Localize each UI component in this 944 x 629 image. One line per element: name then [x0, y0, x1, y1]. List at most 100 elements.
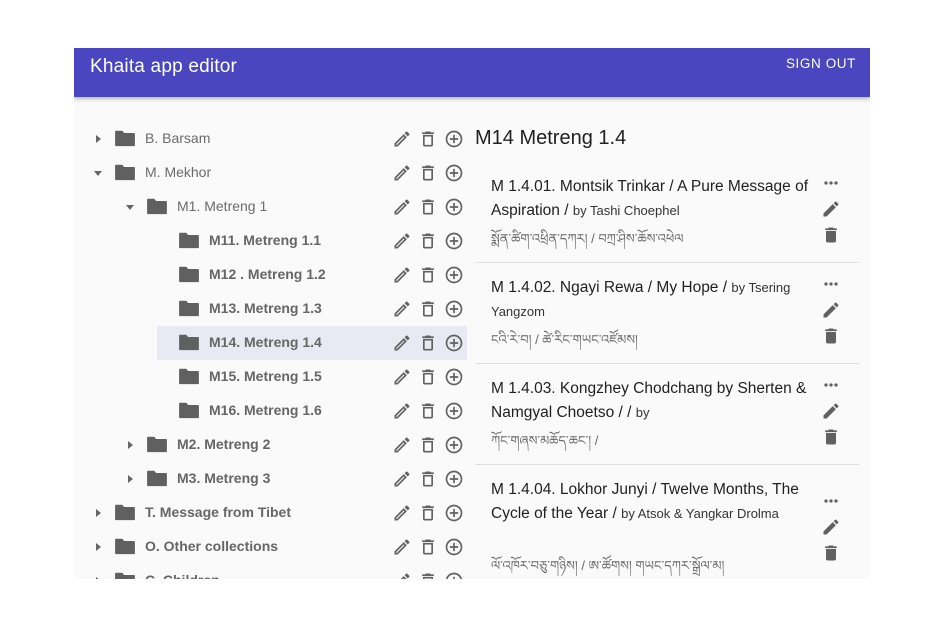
song-card[interactable]: M 1.4.03. Kongzhey Chodchang by Sherten … — [475, 364, 859, 465]
add-circle-icon[interactable] — [443, 331, 465, 355]
add-circle-icon[interactable] — [443, 467, 465, 491]
delete-icon[interactable] — [417, 433, 439, 457]
edit-icon[interactable] — [391, 501, 413, 525]
more-horiz-icon[interactable] — [820, 490, 842, 512]
delete-icon[interactable] — [417, 297, 439, 321]
delete-icon[interactable] — [417, 161, 439, 185]
add-circle-icon[interactable] — [443, 399, 465, 423]
song-author: by Atsok & Yangkar Drolma — [621, 506, 779, 521]
delete-icon[interactable] — [417, 127, 439, 151]
page-title: M14 Metreng 1.4 — [475, 127, 627, 149]
folder-icon — [146, 435, 168, 453]
tree-item[interactable]: M16. Metreng 1.6 — [74, 394, 467, 428]
add-circle-icon[interactable] — [443, 127, 465, 151]
add-circle-icon[interactable] — [443, 161, 465, 185]
expand-more-icon[interactable] — [91, 122, 105, 156]
edit-icon[interactable] — [820, 299, 842, 321]
delete-icon[interactable] — [417, 263, 439, 287]
add-circle-icon[interactable] — [443, 535, 465, 559]
delete-icon[interactable] — [417, 195, 439, 219]
tree-item[interactable]: B. Barsam — [74, 122, 467, 156]
add-circle-icon[interactable] — [443, 569, 465, 579]
edit-icon[interactable] — [391, 535, 413, 559]
more-horiz-icon[interactable] — [820, 172, 842, 194]
tree-item[interactable]: M3. Metreng 3 — [74, 462, 467, 496]
edit-icon[interactable] — [391, 399, 413, 423]
tree-item[interactable]: M14. Metreng 1.4 — [74, 326, 467, 360]
expand-more-icon[interactable] — [91, 496, 105, 530]
tree-item-label: M1. Metreng 1 — [177, 198, 268, 214]
tree-item[interactable]: M12 . Metreng 1.2 — [74, 258, 467, 292]
sign-out-button[interactable]: SIGN OUT — [786, 56, 856, 71]
tree-item[interactable]: T. Message from Tibet — [74, 496, 467, 530]
delete-icon[interactable] — [417, 331, 439, 355]
edit-icon[interactable] — [391, 127, 413, 151]
tree-item-label: M3. Metreng 3 — [177, 470, 271, 486]
more-horiz-icon[interactable] — [820, 374, 842, 396]
delete-icon[interactable] — [820, 325, 842, 347]
tree-item[interactable]: M15. Metreng 1.5 — [74, 360, 467, 394]
expand-more-icon[interactable] — [123, 462, 137, 496]
expand-less-icon[interactable] — [91, 156, 105, 190]
add-circle-icon[interactable] — [443, 263, 465, 287]
folder-icon — [114, 129, 136, 147]
delete-icon[interactable] — [820, 426, 842, 448]
edit-icon[interactable] — [391, 297, 413, 321]
delete-icon[interactable] — [820, 224, 842, 246]
delete-icon[interactable] — [417, 467, 439, 491]
tree-item[interactable]: M. Mekhor — [74, 156, 467, 190]
tree-item[interactable]: M11. Metreng 1.1 — [74, 224, 467, 258]
delete-icon[interactable] — [417, 399, 439, 423]
song-card[interactable]: M 1.4.04. Lokhor Junyi / Twelve Months, … — [475, 465, 859, 579]
tree-item-label: M11. Metreng 1.1 — [209, 232, 322, 248]
edit-icon[interactable] — [391, 263, 413, 287]
edit-icon[interactable] — [391, 229, 413, 253]
edit-icon[interactable] — [391, 569, 413, 579]
song-card[interactable]: M 1.4.01. Montsik Trinkar / A Pure Messa… — [475, 162, 859, 263]
tree-item[interactable]: M2. Metreng 2 — [74, 428, 467, 462]
tree-item-label: M12 . Metreng 1.2 — [209, 266, 326, 282]
edit-icon[interactable] — [820, 516, 842, 538]
tree-item-label: T. Message from Tibet — [145, 504, 292, 520]
edit-icon[interactable] — [391, 195, 413, 219]
folder-icon — [178, 333, 200, 351]
delete-icon[interactable] — [417, 569, 439, 579]
edit-icon[interactable] — [391, 433, 413, 457]
tree-item-label: M15. Metreng 1.5 — [209, 368, 322, 384]
song-title-text: M 1.4.02. Ngayi Rewa / My Hope / — [491, 279, 732, 296]
delete-icon[interactable] — [820, 542, 842, 564]
add-circle-icon[interactable] — [443, 297, 465, 321]
edit-icon[interactable] — [820, 400, 842, 422]
delete-icon[interactable] — [417, 365, 439, 389]
add-circle-icon[interactable] — [443, 501, 465, 525]
tree-item-label: M. Mekhor — [145, 164, 212, 180]
expand-more-icon[interactable] — [123, 428, 137, 462]
add-circle-icon[interactable] — [443, 229, 465, 253]
expand-more-icon[interactable] — [91, 530, 105, 564]
song-tibetan-title: ལོ་འཁོར་བཅུ་གཉིས། / ཨ་ཚོགས། གཡང་དཀར་སྒྲོ… — [491, 558, 725, 573]
expand-less-icon[interactable] — [123, 190, 137, 224]
edit-icon[interactable] — [820, 198, 842, 220]
song-title: M 1.4.02. Ngayi Rewa / My Hope / by Tser… — [491, 276, 811, 324]
delete-icon[interactable] — [417, 229, 439, 253]
add-circle-icon[interactable] — [443, 195, 465, 219]
folder-icon — [146, 469, 168, 487]
expand-more-icon[interactable] — [91, 564, 105, 579]
song-card[interactable]: M 1.4.02. Ngayi Rewa / My Hope / by Tser… — [475, 263, 859, 364]
edit-icon[interactable] — [391, 161, 413, 185]
edit-icon[interactable] — [391, 467, 413, 491]
tree-item[interactable]: M13. Metreng 1.3 — [74, 292, 467, 326]
tree-item[interactable]: C. Children — [74, 564, 467, 579]
more-horiz-icon[interactable] — [820, 273, 842, 295]
delete-icon[interactable] — [417, 501, 439, 525]
add-circle-icon[interactable] — [443, 433, 465, 457]
add-circle-icon[interactable] — [443, 365, 465, 389]
tree-item[interactable]: O. Other collections — [74, 530, 467, 564]
edit-icon[interactable] — [391, 365, 413, 389]
song-tibetan-title: སྨོན་ཚིག་འཕྲིན་དཀར། / བཀྲ་ཤིས་ཆོས་འཕེལ — [491, 231, 684, 246]
folder-icon — [114, 163, 136, 181]
tree-item[interactable]: M1. Metreng 1 — [74, 190, 467, 224]
edit-icon[interactable] — [391, 331, 413, 355]
tree-item-label: O. Other collections — [145, 538, 279, 554]
delete-icon[interactable] — [417, 535, 439, 559]
